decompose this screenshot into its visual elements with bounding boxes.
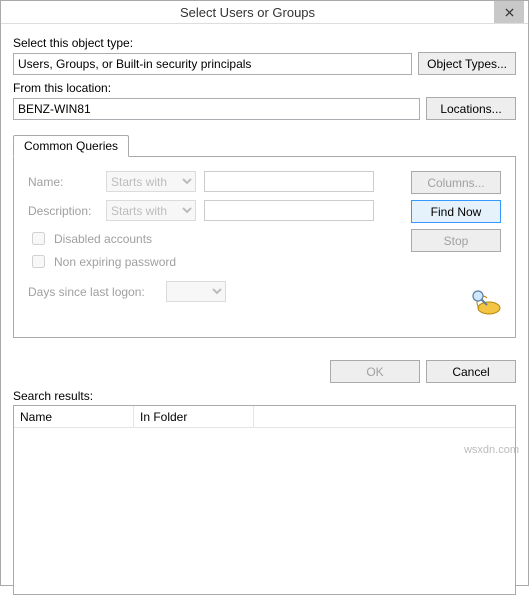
query-name-combo[interactable]: Starts with — [106, 171, 196, 192]
grid-header: Name In Folder — [14, 406, 515, 428]
object-type-label: Select this object type: — [13, 36, 516, 50]
location-field[interactable] — [13, 98, 420, 120]
query-name-input[interactable] — [204, 171, 374, 192]
non-expiring-checkbox[interactable] — [32, 255, 45, 268]
object-types-button[interactable]: Object Types... — [418, 52, 516, 75]
days-logon-combo[interactable] — [166, 281, 226, 302]
results-grid[interactable]: Name In Folder — [13, 405, 516, 595]
search-icon — [467, 288, 501, 319]
non-expiring-label: Non expiring password — [54, 255, 176, 269]
side-buttons: Columns... Find Now Stop — [411, 171, 501, 319]
search-results-label: Search results: — [13, 389, 516, 403]
locations-button[interactable]: Locations... — [426, 97, 516, 120]
cancel-button[interactable]: Cancel — [426, 360, 516, 383]
grid-body — [14, 428, 515, 594]
query-description-label: Description: — [28, 204, 98, 218]
columns-button[interactable]: Columns... — [411, 171, 501, 194]
find-now-button[interactable]: Find Now — [411, 200, 501, 223]
query-description-input[interactable] — [204, 200, 374, 221]
tab-container: Common Queries Name: Starts with Descrip… — [13, 134, 516, 338]
tab-common-queries[interactable]: Common Queries — [13, 135, 129, 157]
query-description-combo[interactable]: Starts with — [106, 200, 196, 221]
query-name-label: Name: — [28, 175, 98, 189]
ok-button[interactable]: OK — [330, 360, 420, 383]
dialog-window: Select Users or Groups Select this objec… — [0, 0, 529, 586]
titlebar: Select Users or Groups — [1, 1, 528, 24]
query-fields: Name: Starts with Description: Starts wi… — [28, 171, 391, 319]
col-name[interactable]: Name — [14, 406, 134, 427]
disabled-accounts-checkbox[interactable] — [32, 232, 45, 245]
col-spacer — [254, 406, 515, 427]
dialog-content: Select this object type: Object Types...… — [1, 24, 528, 607]
close-button[interactable] — [494, 1, 524, 23]
days-logon-label: Days since last logon: — [28, 285, 158, 299]
tab-body: Name: Starts with Description: Starts wi… — [13, 156, 516, 338]
tabs-strip: Common Queries — [13, 135, 516, 157]
stop-button[interactable]: Stop — [411, 229, 501, 252]
window-title: Select Users or Groups — [1, 5, 494, 20]
disabled-accounts-label: Disabled accounts — [54, 232, 152, 246]
col-in-folder[interactable]: In Folder — [134, 406, 254, 427]
object-type-field[interactable] — [13, 53, 412, 75]
close-icon — [505, 8, 514, 17]
bottom-buttons: OK Cancel — [13, 360, 516, 383]
from-location-label: From this location: — [13, 81, 516, 95]
